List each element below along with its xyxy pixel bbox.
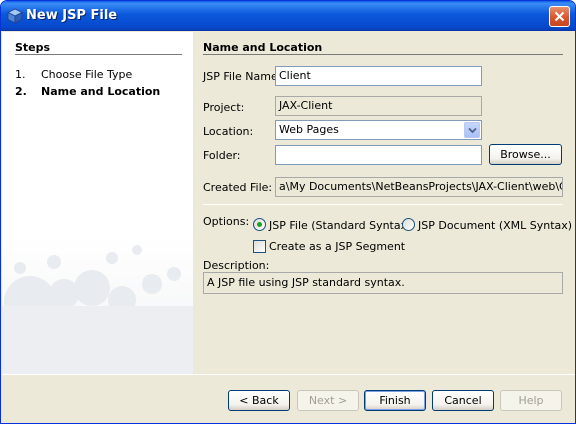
panel-divider — [203, 54, 563, 55]
decorative-bubbles-graphic — [2, 245, 193, 374]
location-label: Location: — [203, 125, 254, 138]
back-button[interactable]: < Back — [228, 390, 290, 411]
finish-button[interactable]: Finish — [364, 390, 426, 411]
netbeans-cube-icon — [7, 8, 23, 24]
close-button[interactable] — [549, 6, 570, 27]
location-select[interactable]: Web Pages — [275, 120, 482, 140]
step-number: 2. — [15, 85, 27, 98]
folder-label: Folder: — [203, 149, 241, 162]
step-label: Choose File Type — [41, 68, 133, 81]
help-button[interactable]: Help — [500, 390, 562, 411]
project-field: JAX-Client — [275, 96, 482, 116]
step-name-and-location: 2. Name and Location — [15, 85, 160, 98]
jsp-file-option-label[interactable]: JSP File (Standard Syntax) — [269, 219, 411, 232]
steps-title: Steps — [15, 41, 51, 54]
step-label: Name and Location — [41, 85, 161, 98]
title-bar[interactable]: New JSP File — [1, 1, 575, 31]
jsp-file-radio[interactable] — [253, 218, 266, 231]
created-file-label: Created File: — [203, 181, 273, 194]
folder-input[interactable] — [275, 145, 482, 165]
step-number: 1. — [15, 68, 26, 81]
created-file-field: a\My Documents\NetBeansProjects\JAX-Clie… — [275, 177, 563, 197]
radio-selected-dot — [257, 222, 262, 227]
cancel-button[interactable]: Cancel — [432, 390, 494, 411]
location-selected-value: Web Pages — [279, 123, 339, 136]
jsp-segment-checkbox[interactable] — [253, 240, 266, 253]
project-label: Project: — [203, 101, 245, 114]
file-name-label: JSP File Name: — [203, 70, 282, 83]
chevron-down-icon — [468, 127, 477, 134]
file-name-input[interactable]: Client — [275, 66, 482, 86]
footer-separator — [2, 374, 575, 375]
jsp-document-option-label[interactable]: JSP Document (XML Syntax) — [418, 219, 572, 232]
close-icon — [554, 11, 565, 22]
next-button[interactable]: Next > — [297, 390, 359, 411]
window-title: New JSP File — [26, 8, 118, 23]
options-separator — [203, 204, 563, 205]
description-label: Description: — [203, 259, 270, 272]
jsp-document-radio[interactable] — [402, 218, 415, 231]
options-label: Options: — [203, 215, 250, 228]
new-jsp-file-dialog: New JSP File Steps 1. Choose File Type 2.… — [0, 0, 576, 424]
location-dropdown-button[interactable] — [464, 122, 480, 138]
steps-panel: Steps 1. Choose File Type 2. Name and Loca… — [2, 32, 193, 374]
jsp-segment-label[interactable]: Create as a JSP Segment — [269, 240, 405, 253]
steps-divider — [15, 54, 182, 55]
step-choose-file-type: 1. Choose File Type — [15, 68, 132, 81]
browse-button[interactable]: Browse... — [489, 144, 562, 165]
description-field: A JSP file using JSP standard syntax. — [203, 272, 563, 294]
panel-title: Name and Location — [203, 41, 323, 54]
